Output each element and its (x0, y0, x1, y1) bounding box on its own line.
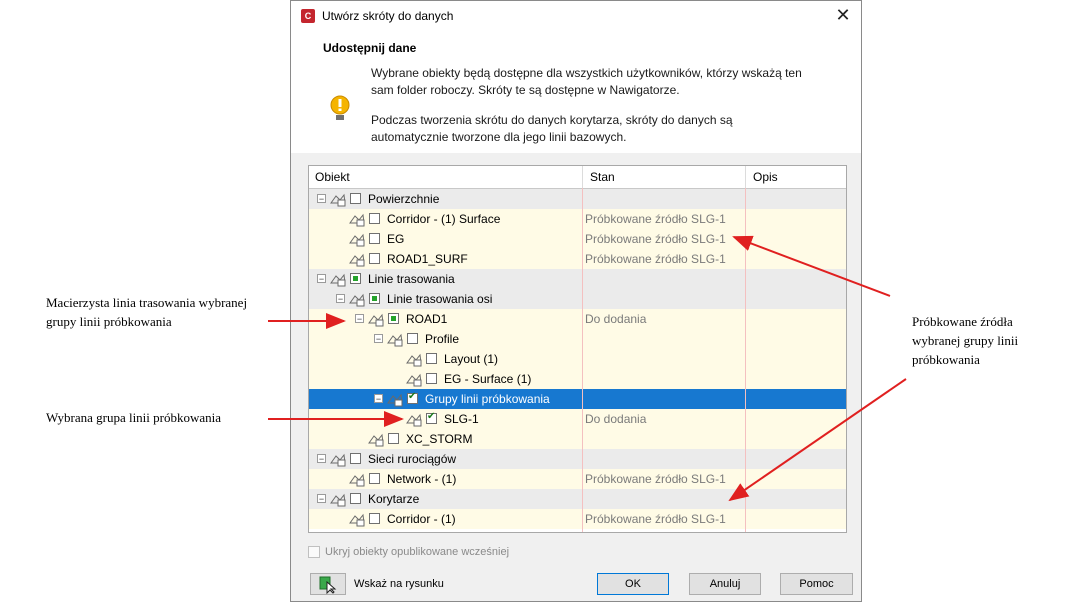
arrow-to-surfaces (732, 235, 891, 297)
arrow-to-network (728, 378, 907, 502)
callout-arrows (268, 235, 907, 502)
